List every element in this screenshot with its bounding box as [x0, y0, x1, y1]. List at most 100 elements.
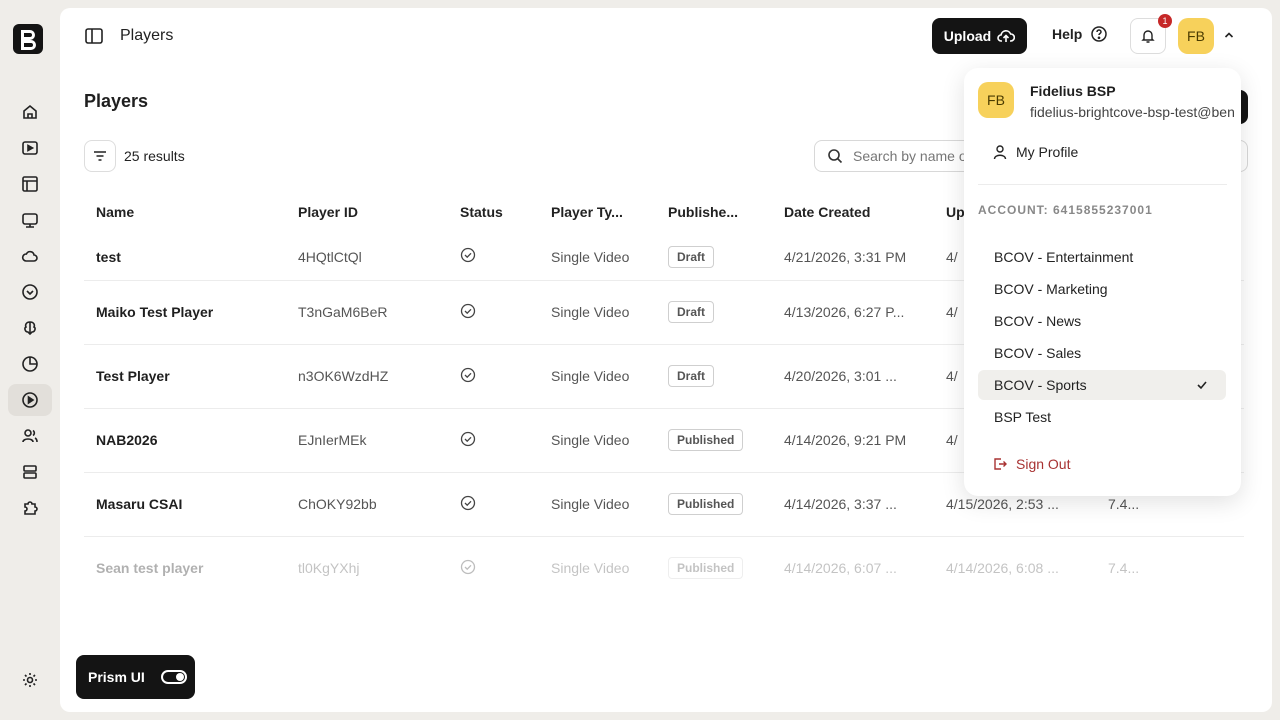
account-item-label: BCOV - Sports — [994, 377, 1087, 393]
status-badge: Draft — [668, 245, 715, 268]
status-cell — [448, 280, 539, 345]
notification-badge: 1 — [1158, 14, 1172, 28]
check-circle-icon — [460, 367, 476, 382]
player-name[interactable]: Sean test player — [84, 536, 286, 600]
player-name[interactable]: Masaru CSAI — [84, 472, 286, 537]
toggle-switch[interactable] — [160, 670, 187, 684]
upload-cloud-icon — [997, 30, 1016, 42]
player-name[interactable]: test — [84, 234, 286, 281]
filter-button[interactable] — [84, 140, 116, 172]
account-item[interactable]: BCOV - Marketing — [978, 274, 1226, 304]
player-type: Single Video — [539, 234, 656, 281]
check-icon — [1197, 381, 1207, 390]
status-cell — [448, 234, 539, 281]
prism-label: Prism UI — [88, 669, 145, 685]
account-menu: FB Fidelius BSP fidelius-brightcove-bsp-… — [964, 68, 1241, 496]
brightcove-logo[interactable] — [11, 22, 45, 56]
upload-button[interactable]: Upload — [932, 18, 1027, 54]
player-id: tl0KgYXhj — [298, 560, 360, 577]
date-created: 4/14/2026, 9:21 PM — [772, 408, 934, 473]
badge-icon[interactable] — [8, 276, 52, 308]
check-circle-icon — [460, 303, 476, 318]
account-item[interactable]: BCOV - News — [978, 306, 1226, 336]
player-name[interactable]: Maiko Test Player — [84, 280, 286, 345]
status-badge: Draft — [668, 301, 715, 323]
settings-icon[interactable] — [8, 664, 52, 696]
sign-out-label: Sign Out — [1016, 456, 1071, 472]
puzzle-icon[interactable] — [8, 492, 52, 524]
sidebar-toggle-icon[interactable] — [84, 26, 104, 46]
menu-avatar: FB — [978, 82, 1014, 118]
user-email: fidelius-brightcove-bsp-test@ben — [1030, 104, 1235, 120]
notifications-button[interactable]: 1 — [1130, 14, 1172, 54]
chart-icon[interactable] — [8, 348, 52, 380]
player-icon[interactable] — [8, 384, 52, 416]
user-icon — [993, 145, 1007, 160]
published-cell: Published — [656, 472, 772, 537]
player-type: Single Video — [551, 560, 630, 577]
status-cell — [448, 344, 539, 409]
table-row[interactable]: Sean test player tl0KgYXhj Single Video … — [84, 536, 1244, 600]
check-circle-icon — [460, 431, 476, 446]
my-profile-label: My Profile — [1016, 144, 1079, 160]
status-cell — [448, 408, 539, 473]
status-cell — [448, 536, 539, 600]
layout-icon[interactable] — [8, 168, 52, 200]
published-cell: Published — [656, 408, 772, 473]
help-button[interactable]: Help — [1052, 25, 1108, 43]
published-cell: Draft — [656, 280, 772, 345]
user-name: Fidelius BSP — [1030, 83, 1116, 99]
player-id: EJnIerMEk — [286, 408, 448, 473]
player-type: Single Video — [539, 280, 656, 345]
player-id: n3OK6WzdHZ — [286, 344, 448, 409]
nav-rail — [0, 0, 60, 720]
prism-ui-toggle[interactable]: Prism UI — [76, 655, 195, 699]
player-id: ChOKY92bb — [286, 472, 448, 537]
col-id-header[interactable]: Player ID — [286, 190, 448, 234]
breadcrumb: Players — [120, 27, 174, 44]
monitor-icon[interactable] — [8, 204, 52, 236]
chevron-up-icon[interactable] — [1222, 28, 1236, 42]
col-type-header[interactable]: Player Ty... — [539, 190, 656, 234]
users-icon[interactable] — [8, 420, 52, 452]
check-circle-icon — [460, 559, 476, 574]
filter-icon — [94, 151, 106, 161]
col-published-header[interactable]: Publishe... — [656, 190, 772, 234]
avatar[interactable]: FB — [1178, 18, 1214, 54]
brain-icon[interactable] — [8, 312, 52, 344]
player-name[interactable]: NAB2026 — [84, 408, 286, 473]
published-cell: Published — [656, 536, 772, 600]
status-badge: Published — [668, 429, 744, 451]
player-id: 4HQtlCtQl — [286, 234, 448, 281]
date-created: 4/14/2026, 6:07 ... — [784, 560, 897, 577]
account-item[interactable]: BCOV - Entertainment — [978, 242, 1226, 272]
published-cell: Draft — [656, 344, 772, 409]
upload-label: Upload — [943, 28, 992, 44]
my-profile-item[interactable]: My Profile — [992, 144, 1078, 160]
sign-out-item[interactable]: Sign Out — [992, 456, 1070, 472]
search-icon — [828, 149, 843, 164]
help-circle-icon — [1091, 26, 1108, 42]
server-icon[interactable] — [8, 456, 52, 488]
col-name-header[interactable]: Name — [84, 190, 286, 234]
col-status-header[interactable]: Status — [448, 190, 539, 234]
account-item-selected[interactable]: BCOV - Sports — [978, 370, 1226, 400]
extra-cell: 7.4... — [1108, 560, 1140, 577]
date-created: 4/13/2026, 6:27 P... — [772, 280, 934, 345]
status-badge: Published — [668, 493, 744, 515]
sign-out-icon — [994, 458, 1007, 470]
results-count: 25 results — [124, 148, 185, 164]
player-name[interactable]: Test Player — [84, 344, 286, 409]
cloud-icon[interactable] — [8, 240, 52, 272]
account-id-label: ACCOUNT: 6415855237001 — [978, 203, 1153, 217]
date-updated: 4/14/2026, 6:08 ... — [946, 560, 1059, 577]
col-created-header[interactable]: Date Created — [772, 190, 934, 234]
video-icon[interactable] — [8, 132, 52, 164]
status-cell — [448, 472, 539, 537]
check-circle-icon — [460, 495, 476, 510]
account-item[interactable]: BSP Test — [978, 402, 1226, 432]
date-created: 4/21/2026, 3:31 PM — [772, 234, 934, 281]
home-icon[interactable] — [8, 96, 52, 128]
date-created: 4/20/2026, 3:01 ... — [772, 344, 934, 409]
account-item[interactable]: BCOV - Sales — [978, 338, 1226, 368]
